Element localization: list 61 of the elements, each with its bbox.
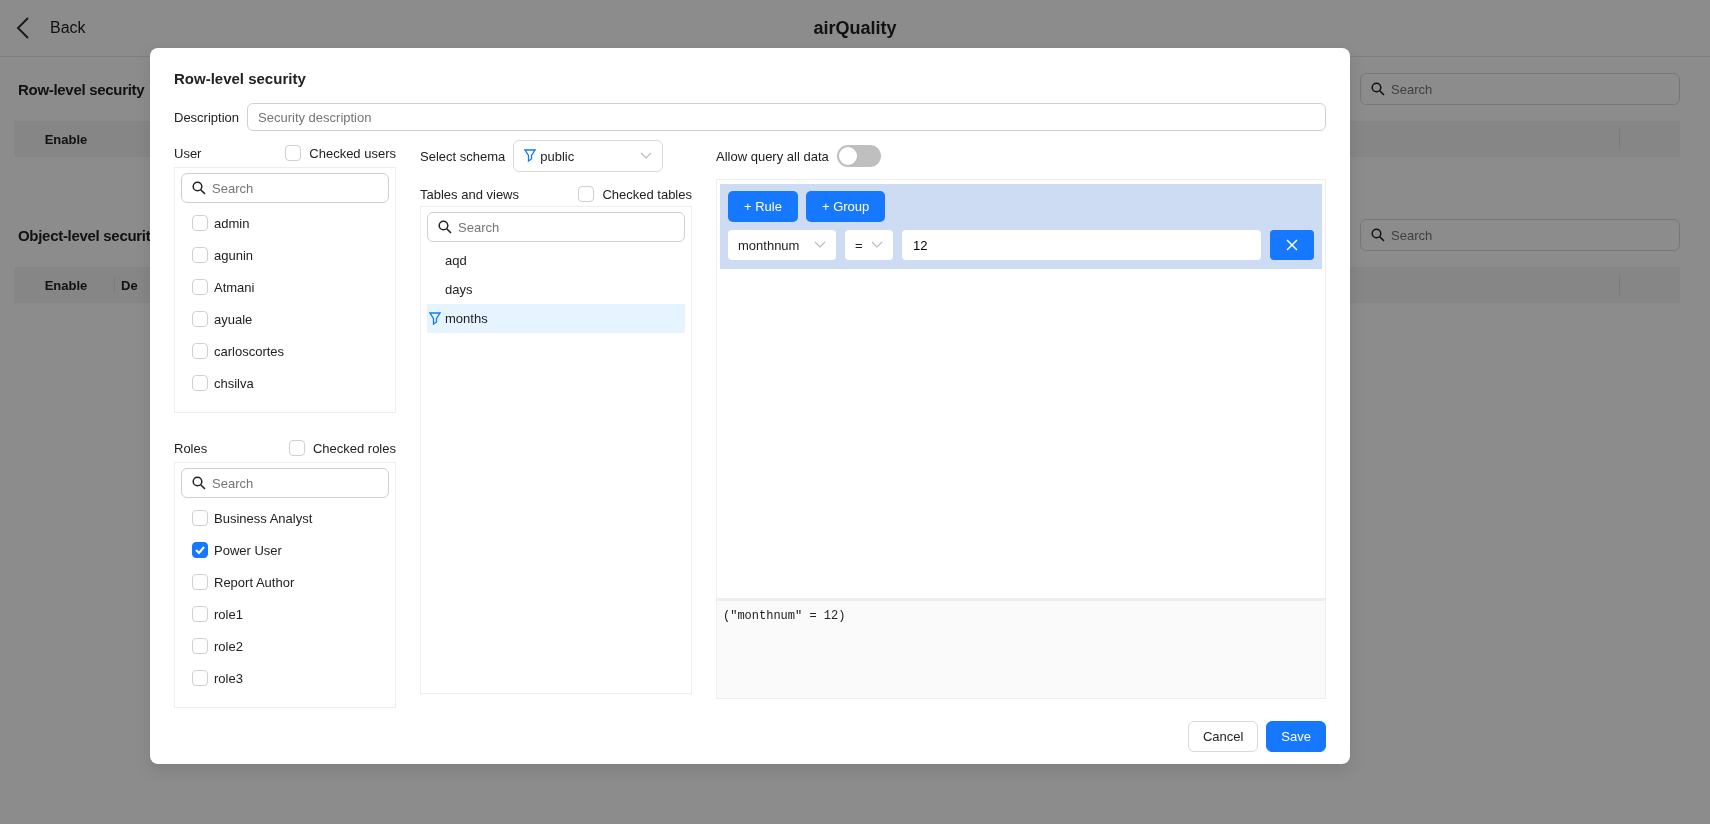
cancel-button[interactable]: Cancel [1187, 721, 1259, 752]
table-item[interactable]: days [427, 275, 685, 304]
list-label: Roles [174, 440, 208, 456]
operator-select[interactable]: = [845, 230, 893, 260]
list-item[interactable]: carloscortes [181, 335, 389, 367]
delete-button[interactable] [1270, 230, 1314, 260]
list-item[interactable]: Report Author [181, 566, 389, 598]
search-field[interactable]: Search [427, 212, 685, 242]
search-field[interactable]: Search [181, 173, 389, 203]
list-item[interactable]: role1 [181, 598, 389, 630]
field-select[interactable]: monthnum [728, 230, 836, 260]
table-item[interactable]: aqd [427, 246, 685, 275]
list-item[interactable]: agunin [181, 239, 389, 271]
search-icon [1371, 228, 1385, 242]
chevron-down-icon [814, 241, 826, 249]
toggle-label: Allow query all data [716, 148, 829, 164]
section-heading: Object-level securit [18, 226, 151, 244]
list-item[interactable]: chsilva [181, 367, 389, 399]
chevron-down-icon [640, 152, 653, 160]
page-title: airQuality [813, 17, 897, 39]
list-item[interactable]: ayuale [181, 303, 389, 335]
search-icon [192, 476, 206, 490]
checkbox-label[interactable]: Checked tables [578, 186, 692, 202]
table-item[interactable]: months [427, 304, 685, 333]
search-icon [192, 181, 206, 195]
field-label: Description [174, 109, 240, 125]
list-item[interactable]: role3 [181, 662, 389, 694]
search-field[interactable]: Search [1360, 73, 1680, 105]
funnel-icon [524, 149, 537, 163]
list-item[interactable]: admin [181, 207, 389, 239]
checkbox[interactable] [192, 542, 208, 558]
search-field[interactable]: Search [1360, 219, 1680, 251]
section-heading: Row-level security [18, 80, 145, 98]
checkbox-label[interactable]: Checked users [285, 145, 396, 161]
description-field[interactable]: Security description [247, 103, 1326, 131]
checkbox-label[interactable]: Checked roles [288, 440, 396, 456]
add-button[interactable]: + Group [805, 191, 886, 222]
search-icon [1371, 82, 1385, 96]
schema-select[interactable]: public [513, 140, 664, 172]
toggle-switch[interactable] [836, 145, 881, 167]
sql-text: ("monthnum" = 12) [723, 609, 846, 623]
column-header: Enable [43, 131, 89, 147]
list-label: User [174, 145, 202, 161]
back-button[interactable]: Back [16, 16, 86, 40]
field-label: Select schema [420, 148, 506, 164]
dialog-title: Row-level security [174, 69, 307, 89]
list-label: Tables and views [420, 186, 519, 202]
save-button[interactable]: Save [1266, 721, 1326, 752]
close-icon [1286, 239, 1298, 251]
list-item[interactable]: Atmani [181, 271, 389, 303]
search-field[interactable]: Search [181, 468, 389, 498]
add-button[interactable]: + Rule [728, 191, 798, 222]
chevron-left-icon [16, 16, 30, 40]
list-item[interactable]: Power User [181, 534, 389, 566]
column-header: Enable [43, 277, 89, 293]
list-item[interactable]: role2 [181, 630, 389, 662]
list-item[interactable]: Business Analyst [181, 502, 389, 534]
chevron-down-icon [871, 241, 883, 249]
value-field[interactable]: 12 [902, 230, 1261, 260]
column-header: De [114, 277, 138, 293]
search-icon [438, 220, 452, 234]
